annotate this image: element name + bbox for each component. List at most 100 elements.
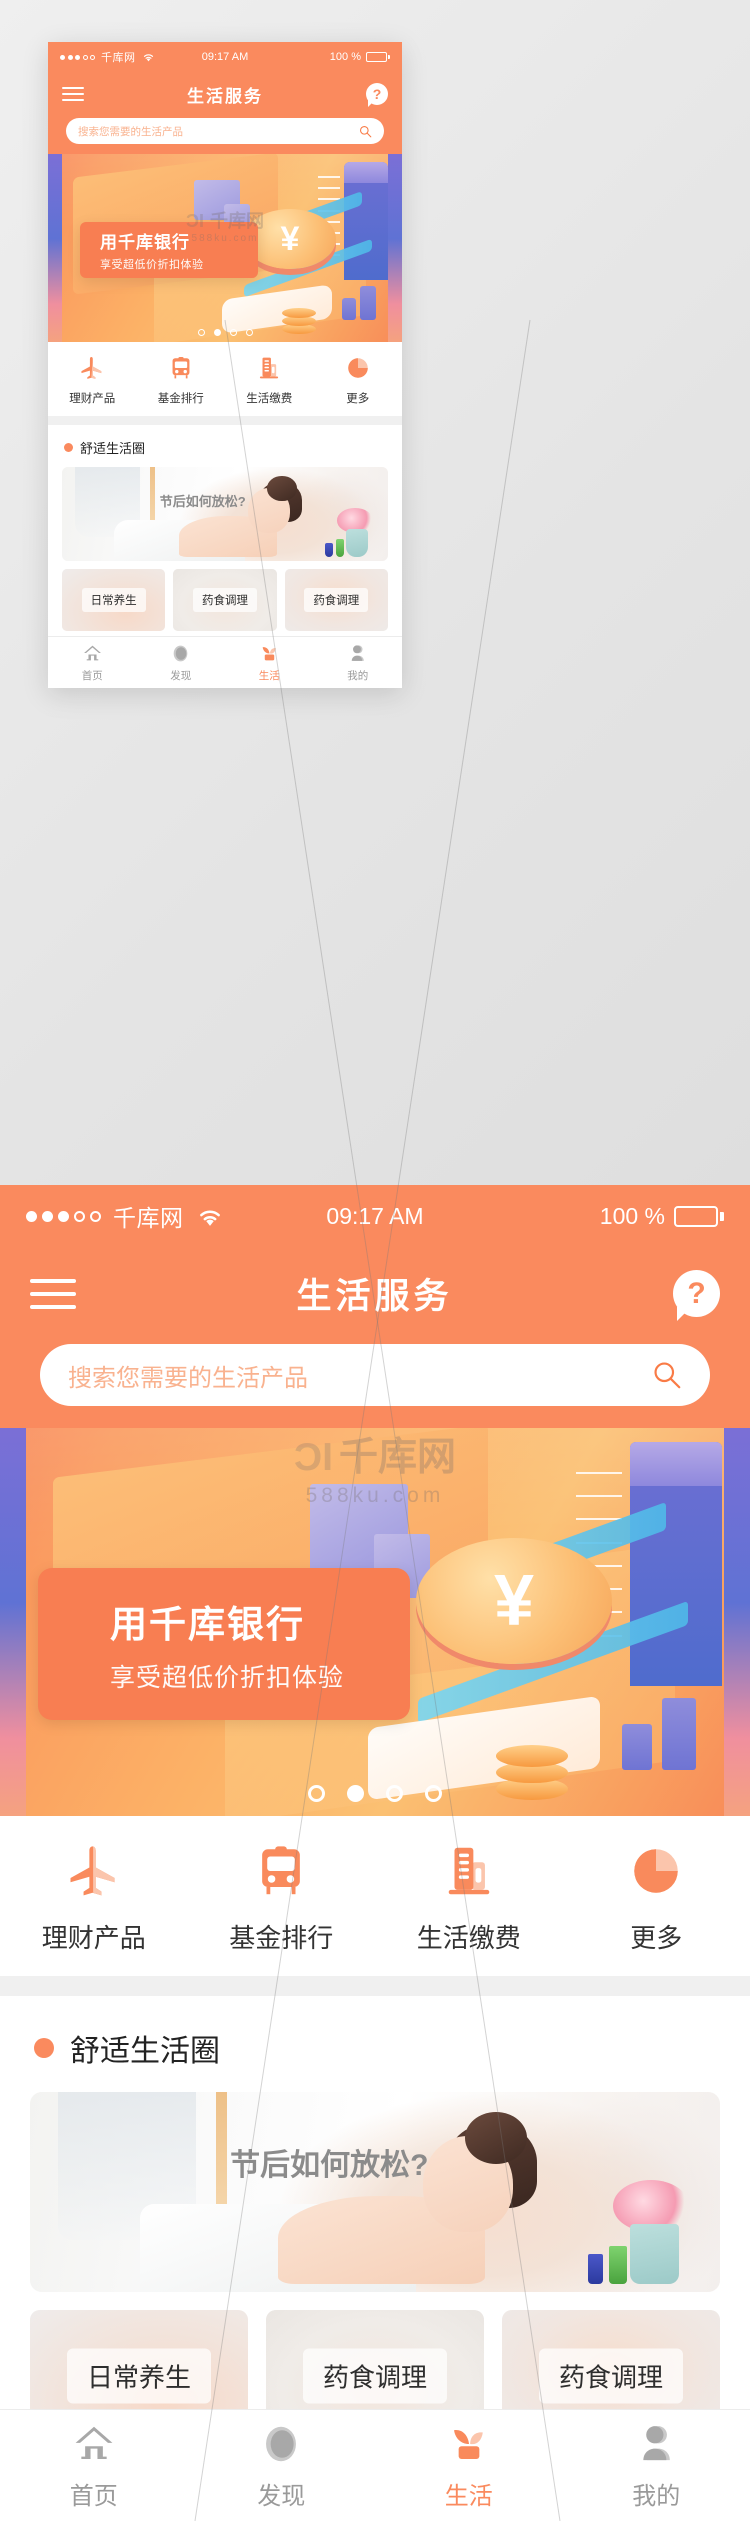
bus-icon: [168, 353, 194, 383]
carousel-dot[interactable]: [245, 329, 253, 336]
tab-home[interactable]: 首页: [48, 637, 137, 688]
pie-chart-icon: [345, 353, 371, 383]
carousel-dots[interactable]: [48, 329, 402, 336]
section-title: 舒适生活圈: [80, 441, 146, 456]
tile-label: 日常养生: [66, 2348, 212, 2404]
quick-action-理财产品[interactable]: 理财产品: [0, 1838, 188, 1955]
quick-action-label: 生活缴费: [246, 392, 293, 405]
status-time: 09:17 AM: [326, 1202, 424, 1229]
tile-label: 药食调理: [304, 588, 369, 612]
banner-subtitle: 享受超低价折扣体验: [110, 1664, 345, 1692]
life-hero-card[interactable]: 节后如何放松?: [62, 467, 388, 561]
compass-icon: [170, 642, 191, 664]
yen-symbol-icon: ¥: [493, 1561, 535, 1641]
hamburger-menu-icon[interactable]: [30, 1278, 76, 1309]
search-magnifier-icon[interactable]: [652, 1360, 682, 1390]
tab-discover[interactable]: 发现: [188, 2410, 376, 2521]
sprout-icon: [446, 2420, 492, 2468]
quick-action-生活缴费[interactable]: 生活缴费: [375, 1838, 563, 1955]
quick-action-生活缴费[interactable]: 生活缴费: [225, 353, 314, 406]
search-magnifier-icon[interactable]: [359, 125, 372, 138]
tile-label: 日常养生: [81, 588, 146, 612]
app-header: 生活服务 ?: [0, 1247, 750, 1340]
tab-label: 生活: [444, 2483, 493, 2510]
section-divider: [48, 416, 402, 425]
banner-promo-card[interactable]: 用千库银行 享受超低价折扣体验: [38, 1568, 410, 1720]
life-hero-card[interactable]: 节后如何放松?: [30, 2092, 720, 2292]
status-bar-left: 千库网: [60, 49, 170, 65]
hero-bottle-decor: [608, 2246, 627, 2284]
tab-mine[interactable]: 我的: [563, 2410, 750, 2521]
section-divider: [0, 1976, 750, 1996]
quick-action-label: 更多: [630, 1922, 683, 1953]
banner-bar-decor: [360, 286, 376, 320]
carousel-dot-active[interactable]: [347, 1785, 364, 1802]
status-bar: 千库网 09:17 AM 100 %: [48, 42, 402, 72]
carousel-dot-active[interactable]: [213, 329, 221, 336]
banner-bar-decor: [662, 1698, 696, 1770]
tab-life[interactable]: 生活: [225, 637, 314, 688]
banner-side-left-decor: [48, 154, 62, 342]
sprout-icon: [259, 642, 280, 664]
building-icon: [440, 1838, 498, 1904]
carousel-dot[interactable]: [229, 329, 237, 336]
hamburger-menu-icon[interactable]: [62, 87, 84, 101]
tab-life[interactable]: 生活: [375, 2410, 563, 2521]
carousel-dot[interactable]: [197, 329, 205, 336]
life-tile[interactable]: 日常养生: [62, 569, 166, 631]
search-placeholder: 搜索您需要的生活产品: [68, 1364, 308, 1392]
search-input[interactable]: 搜索您需要的生活产品: [40, 1344, 710, 1406]
hero-vase-decor: [345, 529, 369, 558]
tab-mine[interactable]: 我的: [314, 637, 403, 688]
question-mark-help-icon[interactable]: ?: [366, 83, 388, 105]
pie-chart-icon: [627, 1838, 685, 1904]
tab-home[interactable]: 首页: [0, 2410, 188, 2521]
banner-title: 用千库银行: [100, 233, 190, 252]
search-area: 搜索您需要的生活产品: [48, 116, 402, 154]
promo-banner-carousel[interactable]: ¥ IC 千库网 588ku.com 用千库银行 享受超低价折扣体验: [0, 1428, 750, 1816]
quick-action-基金排行[interactable]: 基金排行: [137, 353, 226, 406]
carrier-name: 千库网: [101, 52, 136, 64]
quick-action-更多[interactable]: 更多: [314, 353, 403, 406]
quick-action-基金排行[interactable]: 基金排行: [188, 1838, 376, 1955]
quick-actions-row: 理财产品 基金排行 生活缴费 更多: [0, 1816, 750, 1976]
quick-action-更多[interactable]: 更多: [563, 1838, 750, 1955]
question-mark-help-icon[interactable]: ?: [673, 1270, 720, 1317]
banner-bar-decor: [622, 1724, 652, 1770]
app-header: 生活服务 ?: [48, 72, 402, 116]
signal-strength-icon: [26, 1210, 101, 1222]
banner-side-left-decor: [0, 1428, 26, 1816]
bottom-tab-bar: 首页 发现 生活 我的: [0, 2409, 750, 2521]
quick-action-label: 理财产品: [41, 1922, 146, 1953]
status-bar: 千库网 09:17 AM 100 %: [0, 1185, 750, 1247]
bus-icon: [252, 1838, 310, 1904]
quick-action-label: 理财产品: [69, 392, 116, 405]
home-icon: [71, 2420, 117, 2468]
life-tile[interactable]: 药食调理: [173, 569, 277, 631]
carousel-dot[interactable]: [386, 1785, 403, 1802]
search-placeholder: 搜索您需要的生活产品: [78, 125, 183, 138]
tab-label: 发现: [257, 2483, 306, 2510]
banner-promo-card[interactable]: 用千库银行 享受超低价折扣体验: [80, 222, 258, 278]
carousel-dot[interactable]: [308, 1785, 325, 1802]
hero-vase-decor: [630, 2224, 679, 2284]
status-bar-right: 100 %: [280, 51, 390, 63]
tab-discover[interactable]: 发现: [137, 637, 226, 688]
carousel-dots[interactable]: [0, 1785, 750, 1802]
carousel-dot[interactable]: [425, 1785, 442, 1802]
tile-label: 药食调理: [538, 2348, 684, 2404]
signal-strength-icon: [60, 54, 95, 60]
life-tile[interactable]: 药食调理: [284, 569, 388, 631]
tab-label: 发现: [170, 670, 192, 682]
quick-action-label: 基金排行: [157, 392, 204, 405]
user-profile-icon: [347, 642, 368, 664]
tile-label: 药食调理: [302, 2348, 448, 2404]
promo-banner-carousel[interactable]: ¥ IC 千库网 588ku.com 用千库银行 享受超低价折扣体验: [48, 154, 402, 342]
quick-action-理财产品[interactable]: 理财产品: [48, 353, 137, 406]
section-header: 舒适生活圈: [48, 425, 402, 465]
orange-dot-icon: [64, 443, 73, 452]
page-title: 生活服务: [296, 1277, 453, 1316]
home-icon: [82, 642, 103, 664]
battery-percent: 100 %: [329, 51, 361, 63]
search-input[interactable]: 搜索您需要的生活产品: [66, 118, 384, 144]
